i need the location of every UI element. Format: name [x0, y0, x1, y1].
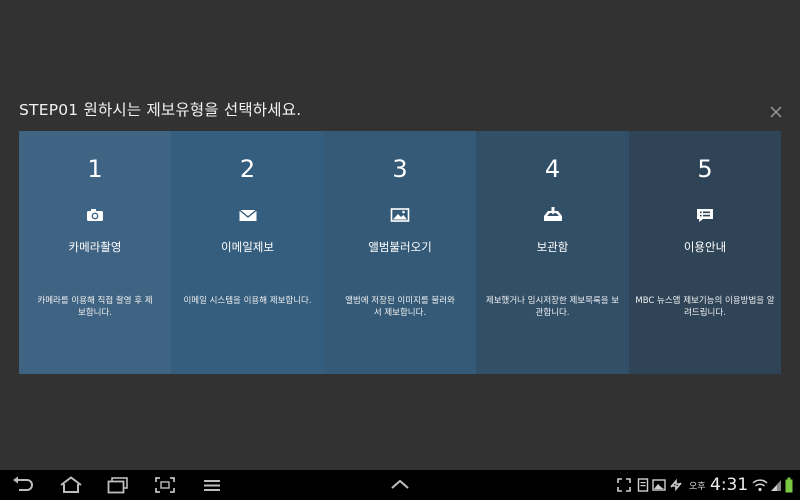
option-label: 보관함: [536, 240, 569, 254]
option-description: 카메라를 이용해 직접 촬영 후 제보합니다.: [37, 296, 153, 318]
recent-apps-button[interactable]: [103, 470, 133, 500]
info-chat-icon: [629, 207, 781, 227]
screenshot-button[interactable]: [150, 470, 180, 500]
menu-button[interactable]: [197, 470, 227, 500]
option-number: 5: [697, 155, 713, 183]
document-icon: [637, 478, 649, 492]
option-label: 이용안내: [683, 240, 727, 254]
camera-icon: [19, 207, 171, 227]
menu-icon: [204, 480, 220, 491]
home-icon: [60, 476, 82, 493]
option-description: 이메일 시스템을 이용해 제보합니다.: [183, 296, 312, 306]
system-status-icons: [752, 470, 793, 500]
inbox-icon: [476, 207, 629, 227]
notification-icons: [617, 470, 683, 500]
fullscreen-icon: [617, 478, 631, 492]
chevron-up-icon: [391, 479, 409, 489]
option-inbox[interactable]: 4 보관함 제보했거나 임시저장한 제보목록을 보관합니다.: [476, 131, 629, 374]
system-navigation-bar: 오후 4:31: [0, 470, 800, 500]
back-button[interactable]: [8, 470, 38, 500]
clock-ampm: 오후: [689, 481, 706, 492]
option-description: MBC 뉴스앱 제보기능의 이용방법을 알려드립니다.: [635, 296, 775, 318]
dialog-title: STEP01 원하시는 제보유형을 선택하세요.: [19, 101, 302, 119]
option-description: 앨범에 저장된 이미지를 불러와서 제보합니다.: [345, 296, 455, 318]
option-label: 이메일제보: [221, 240, 274, 254]
back-icon: [13, 476, 33, 491]
option-number: 1: [87, 155, 103, 183]
screen-capture-icon: [155, 477, 175, 493]
recent-apps-icon: [107, 477, 128, 494]
expand-panel-button[interactable]: [386, 470, 414, 500]
battery-icon: [785, 477, 793, 493]
option-description: 제보했거나 임시저장한 제보목록을 보관합니다.: [485, 296, 620, 318]
email-icon: [171, 207, 324, 227]
photo-album-icon: [324, 207, 476, 227]
close-icon[interactable]: [768, 104, 784, 120]
option-label: 앨범불러오기: [368, 240, 432, 254]
option-email[interactable]: 2 이메일제보 이메일 시스템을 이용해 제보합니다.: [171, 131, 324, 374]
option-label: 카메라촬영: [68, 240, 122, 254]
image-icon: [652, 479, 666, 491]
option-number: 2: [239, 155, 256, 183]
option-camera[interactable]: 1 카메라촬영 카메라를 이용해 직접 촬영 후 제보합니다.: [19, 131, 171, 374]
sync-icon: [670, 478, 682, 492]
wifi-icon: [752, 479, 768, 492]
option-number: 3: [392, 155, 408, 183]
signal-icon: [771, 480, 781, 491]
home-button[interactable]: [56, 470, 86, 500]
report-type-options: 1 카메라촬영 카메라를 이용해 직접 촬영 후 제보합니다. 2 이메일제보 …: [19, 131, 781, 374]
option-number: 4: [544, 155, 561, 183]
option-guide[interactable]: 5 이용안내 MBC 뉴스앱 제보기능의 이용방법을 알려드립니다.: [629, 131, 781, 374]
clock-time: 4:31: [710, 475, 749, 495]
option-album[interactable]: 3 앨범불러오기 앨범에 저장된 이미지를 불러와서 제보합니다.: [324, 131, 476, 374]
